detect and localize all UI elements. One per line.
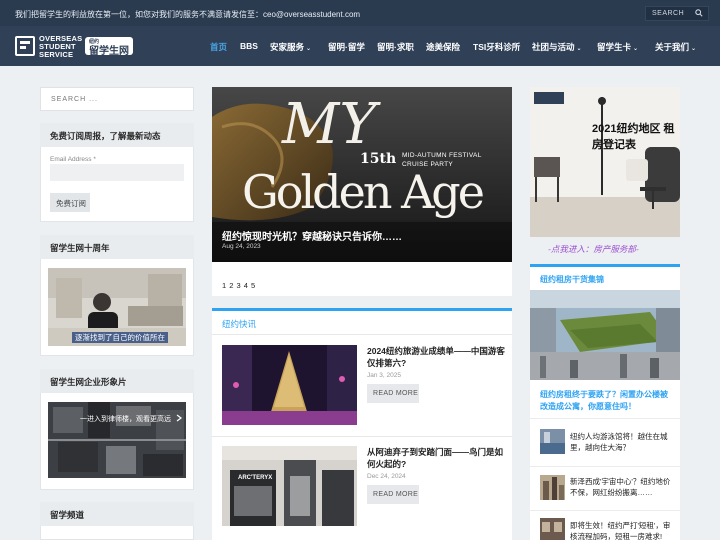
site-logo[interactable] xyxy=(15,36,35,56)
news-divider xyxy=(212,436,512,437)
nav-label: 社团与活动 xyxy=(532,42,575,52)
hero-art-golden: Golden Age xyxy=(242,165,485,219)
store-front-image xyxy=(222,446,357,526)
sidebar-search-input[interactable]: SEARCH ... xyxy=(40,87,194,111)
corporate-caption: 一进入到律师楼，观看更高远 xyxy=(80,416,171,423)
nav-item-jobs[interactable]: 留明·求职 xyxy=(377,41,414,53)
central-park-image-link[interactable] xyxy=(530,290,680,380)
hero-art-my: MY xyxy=(282,92,377,157)
rental-divider xyxy=(530,418,680,419)
rental-item-1-title[interactable]: 纽约人均游泳馆将！越住在城里，越向住大海？ xyxy=(570,431,674,453)
chevron-down-icon: ⌄ xyxy=(306,46,312,52)
rental-tips-heading[interactable]: 纽约租房干货集锦 xyxy=(540,274,604,285)
apartment-image xyxy=(540,518,565,540)
top-bar: 我们把留学生的利益放在第一位，如您对我们的服务不满意请发信至：ceo@overs… xyxy=(0,0,720,26)
anniversary-video-thumbnail[interactable]: 逐渐找到了自己的价值所在 xyxy=(48,268,186,346)
channel-title: 留学频道 xyxy=(40,502,194,526)
rental-item-1-thumbnail[interactable] xyxy=(540,429,565,454)
central-park-aerial-image xyxy=(530,290,680,380)
nav-label: 安家服务 xyxy=(270,42,305,52)
top-search-input[interactable]: SEARCH xyxy=(645,6,709,21)
chevron-down-icon: ⌄ xyxy=(691,46,697,52)
brand-badge[interactable]: 纽约 留学生网 xyxy=(85,37,133,57)
hero-art-event-1: MID-AUTUMN FESTIVAL xyxy=(402,152,482,159)
pool-image xyxy=(540,429,565,454)
news-item-1-read-more-button[interactable]: READ MORE xyxy=(367,384,419,403)
play-arrow-icon[interactable] xyxy=(176,414,182,422)
store-sign-text: ARC'TERYX xyxy=(238,475,273,481)
slider-pagination[interactable]: 1 2 3 4 5 xyxy=(222,281,256,290)
top-search-placeholder: SEARCH xyxy=(652,10,685,17)
site-header: OVERSEAS STUDENT SERVICE 纽约 留学生网 首页 BBS … xyxy=(0,26,720,66)
top-message: 我们把留学生的利益放在第一位，如您对我们的服务不满意请发信至：ceo@overs… xyxy=(15,10,361,19)
rockefeller-tree-image xyxy=(222,345,357,425)
nav-item-dental[interactable]: TSI牙科诊所 xyxy=(473,41,520,53)
rental-item-3-thumbnail[interactable] xyxy=(540,518,565,540)
nav-item-insurance[interactable]: 途美保险 xyxy=(426,41,460,53)
chevron-down-icon: ⌄ xyxy=(576,46,582,52)
corporate-title: 留学生网企业形象片 xyxy=(40,369,194,393)
nav-item-study[interactable]: 留明·留学 xyxy=(328,41,365,53)
nav-item-student-card[interactable]: 留学生卡 ⌄ xyxy=(597,41,638,53)
living-room-image xyxy=(530,87,680,237)
nav-label: 留学生卡 xyxy=(597,42,632,52)
logo-text[interactable]: OVERSEAS STUDENT SERVICE xyxy=(39,35,82,59)
anniversary-title: 留学生网十周年 xyxy=(40,235,194,259)
rental-ad-title: 2021纽约地区 租房登记表 xyxy=(592,121,678,153)
news-item-1-date: Jan 3, 2025 xyxy=(367,372,401,379)
badge-main: 留学生网 xyxy=(89,46,129,57)
nav-item-bbs[interactable]: BBS xyxy=(240,41,258,51)
email-field[interactable] xyxy=(50,164,184,181)
news-item-2-read-more-button[interactable]: READ MORE xyxy=(367,485,419,504)
news-thumbnail-2[interactable]: ARC'TERYX xyxy=(222,446,357,526)
nav-item-about[interactable]: 关于我们 ⌄ xyxy=(655,41,696,53)
nav-label: 关于我们 xyxy=(655,42,690,52)
housing-service-link[interactable]: -点我进入：房产服务部- xyxy=(548,243,639,255)
rental-item-2-thumbnail[interactable] xyxy=(540,475,565,500)
news-item-2-title[interactable]: 从阿迪弃子到安踏门面——鸟门是如何火起的? xyxy=(367,446,507,470)
hero-title[interactable]: 纽约惊现时光机？穿越秘诀只告诉你…… xyxy=(222,228,402,243)
corporate-video-thumbnail[interactable]: 一进入到律师楼，观看更高远 xyxy=(48,402,186,478)
news-item-2-date: Dec 24, 2024 xyxy=(367,473,406,480)
rental-divider xyxy=(530,466,680,467)
news-thumbnail-1[interactable] xyxy=(222,345,357,425)
news-item-1-title[interactable]: 2024纽约旅游业成绩单——中国游客仅排第六? xyxy=(367,345,507,369)
rental-item-3-title[interactable]: 即将生效！纽约严打'短租'，审核流程加码，短租一房难求! xyxy=(570,520,674,540)
nav-item-clubs[interactable]: 社团与活动 ⌄ xyxy=(532,41,582,53)
hero-date: Aug 24, 2023 xyxy=(222,243,261,250)
anniversary-caption: 逐渐找到了自己的价值所在 xyxy=(72,332,168,343)
news-heading[interactable]: 纽约快讯 xyxy=(222,318,256,330)
rental-item-2-title[interactable]: 新泽西成'宇宙中心'？纽约地价不保，网红纷纷搬离…… xyxy=(570,476,674,498)
email-label: Email Address * xyxy=(50,156,96,163)
rental-divider xyxy=(530,510,680,511)
subscribe-button[interactable]: 免费订阅 xyxy=(50,193,90,212)
skyline-image xyxy=(540,475,565,500)
news-divider xyxy=(212,334,512,335)
slider-pagination-bar xyxy=(212,262,512,296)
chevron-down-icon: ⌄ xyxy=(633,46,639,52)
nav-item-home-services[interactable]: 安家服务 ⌄ xyxy=(270,41,311,53)
nav-item-home[interactable]: 首页 xyxy=(210,41,227,53)
rental-ad-banner[interactable] xyxy=(530,87,680,237)
rental-ad-title-text: 2021纽约地区 租房登记表 xyxy=(592,123,675,151)
subscribe-title: 免费订阅周报，了解最新动态 xyxy=(40,123,194,147)
logo-line-3: SERVICE xyxy=(39,50,74,59)
rental-featured-title[interactable]: 纽约房租终于要跌了？闲置办公楼被改造成公寓，你愿意住吗！ xyxy=(540,389,672,413)
search-icon[interactable] xyxy=(695,9,703,17)
